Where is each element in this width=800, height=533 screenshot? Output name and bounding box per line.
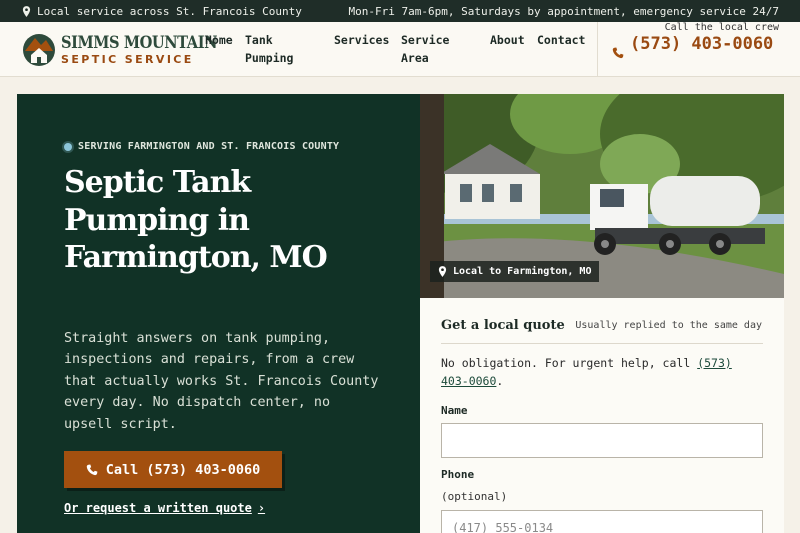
call-now-button[interactable]: Call (573) 403-0060 [64, 451, 282, 488]
location-badge-text: Local to Farmington, MO [453, 266, 592, 277]
reply-time-note: Usually replied to the same day [575, 320, 762, 331]
divider [441, 343, 763, 344]
brand-name: SIMMS MOUNTAIN [61, 32, 218, 53]
call-now-label: Call (573) 403-0060 [105, 461, 261, 478]
hero-title: Septic Tank Pumping in Farmington, MO [64, 165, 328, 275]
business-hours-text: Mon-Fri 7am-6pm, Saturdays by appointmen… [348, 4, 779, 18]
quote-note: No obligation. For urgent help, call (57… [441, 354, 763, 390]
nav-link-tank-pumping[interactable]: Tank Pumping [245, 31, 305, 67]
location-pin-icon [22, 5, 31, 17]
hero-eyebrow-text: SERVING FARMINGTON AND ST. FRANCOIS COUN… [78, 141, 340, 152]
phone-field[interactable] [441, 510, 763, 533]
mountain-house-logo-icon [23, 34, 55, 66]
service-area-notice: Local service across St. Francois County [22, 5, 302, 18]
nav-link-home[interactable]: Home [205, 31, 233, 49]
phone-label: Phone [441, 468, 475, 481]
request-quote-label: Or request a written quote [64, 501, 252, 515]
hero-description: Straight answers on tank pumping, inspec… [64, 331, 379, 432]
hero-photo: Local to Farmington, MO [420, 94, 784, 298]
header-call-block[interactable]: Call the local crew (573) 403-0060 [597, 22, 800, 76]
quote-note-suffix: . [496, 374, 504, 388]
brand-tagline: SEPTIC SERVICE [61, 52, 194, 66]
header-phone-number[interactable]: (573) 403-0060 [630, 34, 800, 54]
location-pin-icon [438, 266, 447, 277]
phone-optional-note: (optional) [441, 490, 508, 503]
call-caption: Call the local crew [664, 22, 779, 33]
quote-form-title: Get a local quote [441, 318, 565, 333]
nav-link-services[interactable]: Services [334, 31, 389, 49]
phone-icon [612, 47, 624, 59]
name-field[interactable] [441, 423, 763, 458]
nav-link-about[interactable]: About [490, 31, 525, 49]
hero-panel: SERVING FARMINGTON AND ST. FRANCOIS COUN… [17, 94, 420, 533]
status-dot-icon [64, 142, 72, 151]
site-header: SIMMS MOUNTAIN SEPTIC SERVICE Home Tank … [0, 22, 800, 77]
nav-link-contact[interactable]: Contact [537, 31, 585, 49]
hero-eyebrow: SERVING FARMINGTON AND ST. FRANCOIS COUN… [64, 141, 339, 152]
top-utility-bar: Local service across St. Francois County… [0, 0, 800, 22]
name-label: Name [441, 404, 468, 417]
phone-icon [86, 464, 98, 475]
service-area-text: Local service across St. Francois County [37, 4, 302, 18]
nav-link-service-area[interactable]: Service Area [401, 31, 461, 67]
brand-logo[interactable]: SIMMS MOUNTAIN SEPTIC SERVICE [22, 28, 217, 72]
location-badge: Local to Farmington, MO [430, 261, 600, 282]
quote-note-prefix: No obligation. For urgent help, call [441, 356, 698, 370]
chevron-right-icon: › [257, 501, 266, 515]
quote-form-card: Get a local quote Usually replied to the… [420, 298, 784, 533]
request-quote-link[interactable]: Or request a written quote › [64, 501, 265, 515]
